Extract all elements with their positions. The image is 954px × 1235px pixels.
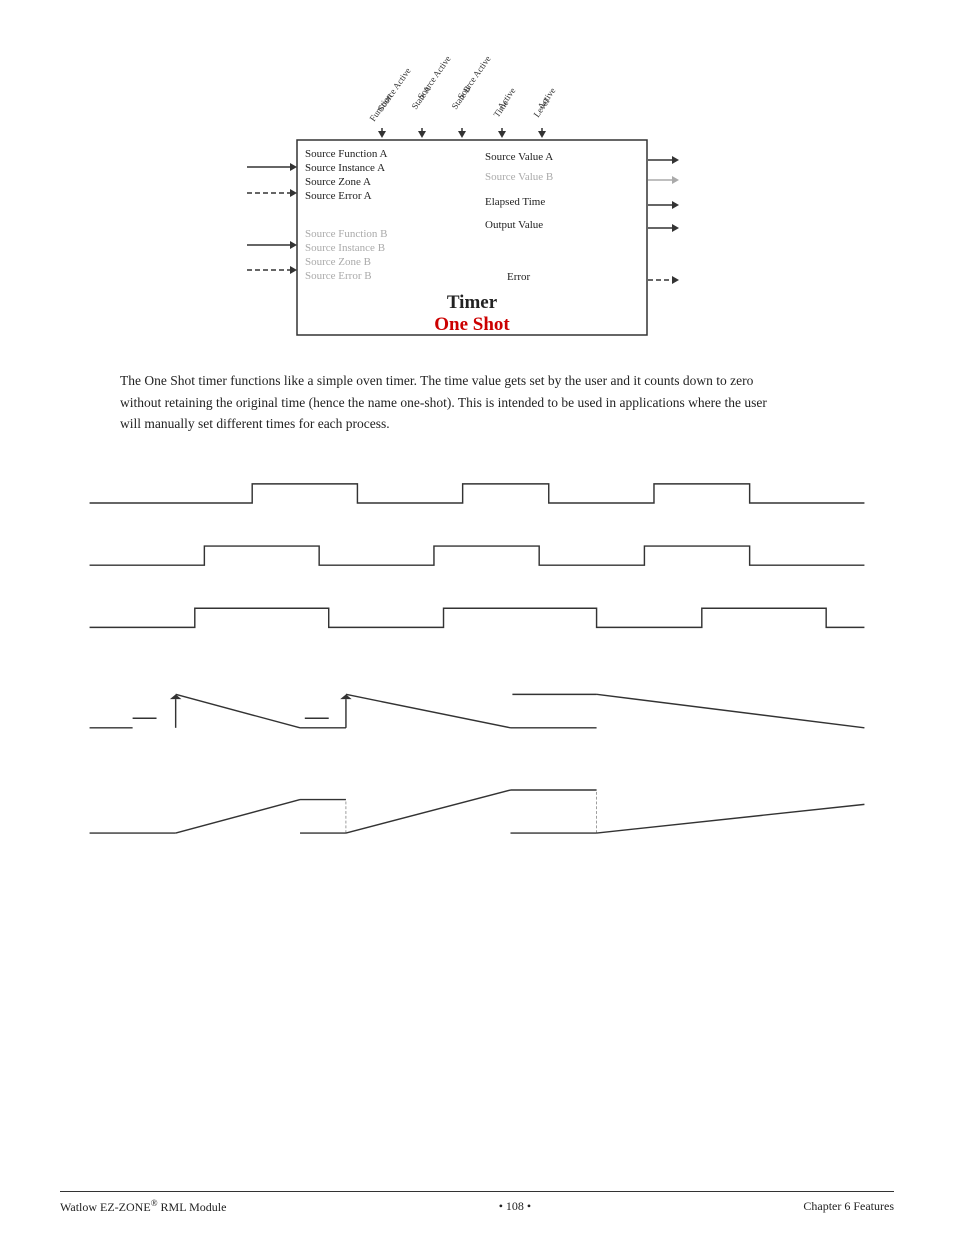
diagram-svg: Source Active Function Source Active Sta… [187,40,767,350]
svg-text:Source Instance B: Source Instance B [305,242,385,254]
page: Source Active Function Source Active Sta… [0,0,954,1235]
diagram-wrapper: Source Active Function Source Active Sta… [187,40,767,350]
svg-text:Source Error B: Source Error B [305,270,372,282]
svg-text:One Shot: One Shot [434,314,510,335]
svg-text:Source Zone B: Source Zone B [305,256,371,268]
svg-text:Function: Function [367,91,394,123]
footer-page-number: • 108 • [499,1199,531,1214]
svg-text:Source Error A: Source Error A [305,190,372,202]
diagram-area: Source Active Function Source Active Sta… [60,40,894,350]
description-text: The One Shot timer functions like a simp… [120,370,770,435]
svg-text:Source Function A: Source Function A [305,148,388,160]
footer-brand: Watlow EZ-ZONE® RML Module [60,1200,226,1214]
footer-sup: ® [151,1198,158,1208]
svg-text:Source Value A: Source Value A [485,151,553,163]
waveform-svg [80,465,874,895]
svg-text:State A: State A [409,83,433,111]
svg-text:Timer: Timer [447,292,498,313]
svg-text:Error: Error [507,271,531,283]
svg-text:State B: State B [449,84,472,111]
footer-chapter: Chapter 6 Features [803,1199,894,1214]
description-content: The One Shot timer functions like a simp… [120,373,767,431]
footer-left: Watlow EZ-ZONE® RML Module [60,1198,226,1215]
svg-text:Output Value: Output Value [485,219,543,231]
svg-text:Source Zone A: Source Zone A [305,176,371,188]
footer: Watlow EZ-ZONE® RML Module • 108 • Chapt… [60,1191,894,1215]
svg-text:Source Value B: Source Value B [485,171,553,183]
svg-text:Source Instance A: Source Instance A [305,162,385,174]
svg-text:Elapsed Time: Elapsed Time [485,196,545,208]
svg-text:Source Function B: Source Function B [305,228,388,240]
waveforms-area [80,465,874,895]
